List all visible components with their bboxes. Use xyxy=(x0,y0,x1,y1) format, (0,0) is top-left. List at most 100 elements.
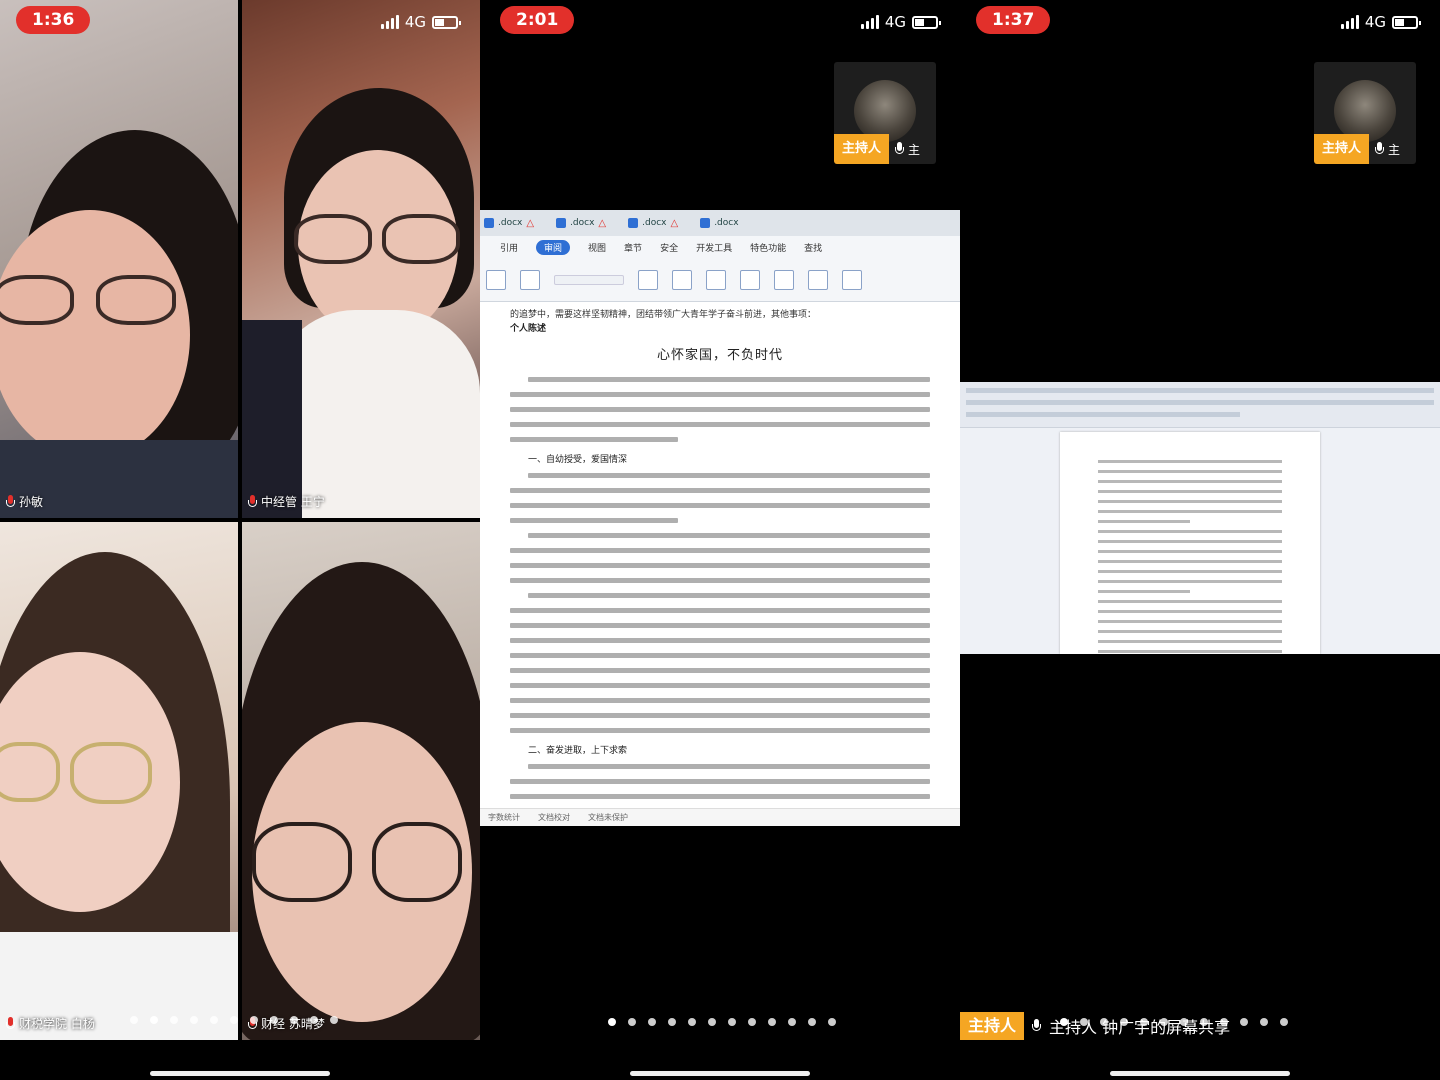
document-status-bar: 字数统计 文档校对 文档未保护 xyxy=(480,808,960,826)
menu-item[interactable]: 视图 xyxy=(588,241,606,254)
document-menu: 引用 审阅 视图 章节 安全 开发工具 特色功能 查找 xyxy=(480,236,960,258)
page-dot[interactable] xyxy=(190,1016,198,1024)
page-dot[interactable] xyxy=(748,1018,756,1026)
shared-document-panel: 2:01 4G 主持人 主 .docx △ .docx △ .docx △ .docx… xyxy=(480,0,960,1080)
host-badge: 主持人 xyxy=(834,134,890,164)
page-dot[interactable] xyxy=(130,1016,138,1024)
avatar xyxy=(1334,80,1396,142)
host-video-thumbnail[interactable]: 主持人 主 xyxy=(1314,62,1416,164)
home-indicator[interactable] xyxy=(1110,1071,1290,1076)
page-dot[interactable] xyxy=(668,1018,676,1026)
video-tile[interactable]: 孙敏 xyxy=(0,0,238,518)
document-tabs: .docx △ .docx △ .docx △ .docx xyxy=(480,210,960,236)
page-dot[interactable] xyxy=(708,1018,716,1026)
participant-name: 财税学院 白杨 xyxy=(19,1017,95,1031)
toolbar-dropdown[interactable] xyxy=(554,274,624,285)
page-dot[interactable] xyxy=(270,1016,278,1024)
text-line xyxy=(1098,560,1282,563)
text-line xyxy=(1098,610,1282,613)
document-ribbon xyxy=(480,258,960,302)
warning-icon: △ xyxy=(598,217,607,229)
toolbar-icon[interactable] xyxy=(638,269,658,290)
doc-icon xyxy=(556,218,567,228)
page-dot[interactable] xyxy=(310,1016,318,1024)
text-line xyxy=(1098,520,1190,523)
status-bar: 4G xyxy=(860,13,941,31)
page-indicator[interactable] xyxy=(608,1018,836,1026)
page-dot[interactable] xyxy=(608,1018,616,1026)
call-timer: 2:01 xyxy=(500,6,575,34)
signal-icon xyxy=(860,15,879,29)
page-dot[interactable] xyxy=(1240,1018,1248,1026)
text-line xyxy=(1098,650,1282,653)
page-dot[interactable] xyxy=(170,1016,178,1024)
page-dot[interactable] xyxy=(210,1016,218,1024)
page-dot[interactable] xyxy=(828,1018,836,1026)
page-dot[interactable] xyxy=(330,1016,338,1024)
menu-item[interactable]: 安全 xyxy=(660,241,678,254)
page-dot[interactable] xyxy=(688,1018,696,1026)
page-dot[interactable] xyxy=(1280,1018,1288,1026)
warning-icon: △ xyxy=(670,217,679,229)
signal-icon xyxy=(1340,15,1359,29)
menu-item[interactable]: 章节 xyxy=(624,241,642,254)
text-line xyxy=(1098,510,1282,513)
text-line xyxy=(1098,550,1282,553)
toolbar-icon[interactable] xyxy=(808,269,828,290)
page-dot[interactable] xyxy=(230,1016,238,1024)
menu-item[interactable]: 开发工具 xyxy=(696,241,732,254)
menu-item[interactable]: 引用 xyxy=(500,241,518,254)
page-dot[interactable] xyxy=(628,1018,636,1026)
page-indicator[interactable] xyxy=(130,1016,338,1024)
toolbar-icon[interactable] xyxy=(486,269,506,290)
mic-icon xyxy=(1032,1019,1042,1033)
video-tile[interactable]: 财经 苏晴梦 xyxy=(242,522,480,1040)
toolbar-icon[interactable] xyxy=(842,269,862,290)
host-mic-label: 主 xyxy=(908,142,921,157)
page-dot[interactable] xyxy=(1260,1018,1268,1026)
home-indicator[interactable] xyxy=(150,1071,330,1076)
home-indicator[interactable] xyxy=(630,1071,810,1076)
battery-icon xyxy=(912,15,941,29)
page-dot[interactable] xyxy=(808,1018,816,1026)
mic-icon xyxy=(248,494,257,509)
toolbar-icon[interactable] xyxy=(672,269,692,290)
video-tile[interactable]: 中经管 王宁 xyxy=(242,0,480,518)
toolbar-icon[interactable] xyxy=(774,269,794,290)
screen-share-panel: 1:37 4G 主持人 主 主持人 主持人 钟广宇的屏幕共享 xyxy=(960,0,1440,1080)
host-badge: 主持人 xyxy=(1314,134,1370,164)
participant-label: 财税学院 白杨 xyxy=(6,1015,95,1032)
participant-label: 中经管 王宁 xyxy=(248,493,325,510)
toolbar-icon[interactable] xyxy=(740,269,760,290)
document-tab[interactable]: .docx △ xyxy=(556,218,606,229)
shared-screen[interactable] xyxy=(960,382,1440,654)
document-text: 的追梦中，需要这样坚韧精神，团结带领广大青年学子奋斗前进，其他事项： xyxy=(510,310,817,320)
participant-label: 孙敏 xyxy=(6,493,43,510)
video-tile[interactable]: 财税学院 白杨 xyxy=(0,522,238,1040)
mic-icon xyxy=(1375,142,1385,156)
page-dot[interactable] xyxy=(728,1018,736,1026)
page-dot[interactable] xyxy=(150,1016,158,1024)
toolbar-icon[interactable] xyxy=(706,269,726,290)
status-bar: 4G xyxy=(1340,13,1421,31)
document-tab[interactable]: .docx △ xyxy=(484,218,534,229)
avatar xyxy=(854,80,916,142)
page-dot[interactable] xyxy=(648,1018,656,1026)
page-dot[interactable] xyxy=(788,1018,796,1026)
menu-item[interactable]: 查找 xyxy=(804,241,822,254)
shared-screen-toolbar xyxy=(960,382,1440,428)
text-line xyxy=(1098,630,1282,633)
page-dot[interactable] xyxy=(250,1016,258,1024)
page-dot[interactable] xyxy=(768,1018,776,1026)
document-tab[interactable]: .docx △ xyxy=(628,218,678,229)
page-dot[interactable] xyxy=(290,1016,298,1024)
doc-icon xyxy=(700,218,711,228)
toolbar-icon[interactable] xyxy=(520,269,540,290)
menu-item[interactable]: 审阅 xyxy=(536,239,571,255)
menu-item[interactable]: 特色功能 xyxy=(750,241,786,254)
host-video-thumbnail[interactable]: 主持人 主 xyxy=(834,62,936,164)
network-type: 4G xyxy=(1364,13,1386,31)
document-tab[interactable]: .docx xyxy=(700,218,739,228)
text-line xyxy=(1098,600,1282,603)
text-line xyxy=(1098,590,1190,593)
